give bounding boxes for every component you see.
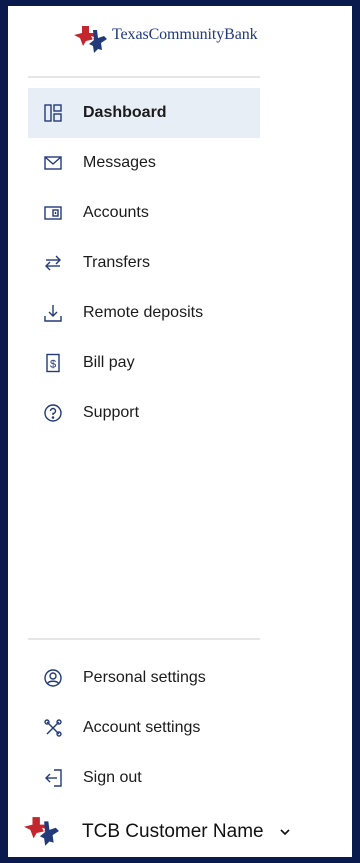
dollar-bill-icon: $	[43, 353, 63, 373]
nav-item-personal-settings[interactable]: Personal settings	[28, 653, 260, 703]
envelope-icon	[43, 153, 63, 173]
nav-label: Remote deposits	[83, 304, 204, 321]
question-circle-icon	[43, 403, 63, 423]
wallet-icon	[43, 203, 63, 223]
brand-header: TexasCommunityBank	[8, 6, 352, 74]
nav-label: Accounts	[83, 204, 149, 221]
bank-name: TexasCommunityBank	[112, 26, 258, 43]
nav-label: Dashboard	[83, 104, 167, 121]
download-tray-icon	[43, 303, 63, 323]
nav-item-dashboard[interactable]: Dashboard	[28, 88, 260, 138]
dashboard-icon	[43, 103, 63, 123]
bottom-divider	[28, 638, 260, 640]
user-menu[interactable]: TCB Customer Name	[24, 812, 334, 852]
nav-item-sign-out[interactable]: Sign out	[28, 753, 260, 803]
nav-label: Personal settings	[83, 669, 206, 686]
tcb-logo-avatar	[24, 817, 59, 846]
sign-out-icon	[43, 768, 63, 788]
nav-item-account-settings[interactable]: Account settings	[28, 703, 260, 753]
nav-item-transfers[interactable]: Transfers	[28, 238, 260, 288]
main-nav: Dashboard Messages Accounts Transfers Re…	[28, 88, 260, 438]
settings-nav: Personal settings Account settings Sign …	[28, 653, 260, 803]
nav-item-support[interactable]: Support	[28, 388, 260, 438]
sidebar-panel: TexasCommunityBank Dashboard Messages Ac…	[8, 6, 352, 857]
nav-label: Account settings	[83, 719, 201, 736]
nav-item-remote-deposits[interactable]: Remote deposits	[28, 288, 260, 338]
nav-label: Transfers	[83, 254, 150, 271]
user-name: TCB Customer Name	[82, 821, 264, 842]
top-divider	[28, 76, 260, 78]
nav-label: Messages	[83, 154, 156, 171]
tools-icon	[43, 718, 63, 738]
nav-item-messages[interactable]: Messages	[28, 138, 260, 188]
svg-text:$: $	[50, 359, 56, 371]
nav-item-bill-pay[interactable]: $ Bill pay	[28, 338, 260, 388]
nav-label: Bill pay	[83, 354, 135, 371]
user-circle-icon	[43, 668, 63, 688]
tcb-logo[interactable]	[74, 24, 108, 56]
chevron-down-icon[interactable]	[278, 825, 292, 839]
transfer-arrows-icon	[43, 253, 63, 273]
nav-item-accounts[interactable]: Accounts	[28, 188, 260, 238]
nav-label: Support	[83, 404, 140, 421]
nav-label: Sign out	[83, 769, 142, 786]
